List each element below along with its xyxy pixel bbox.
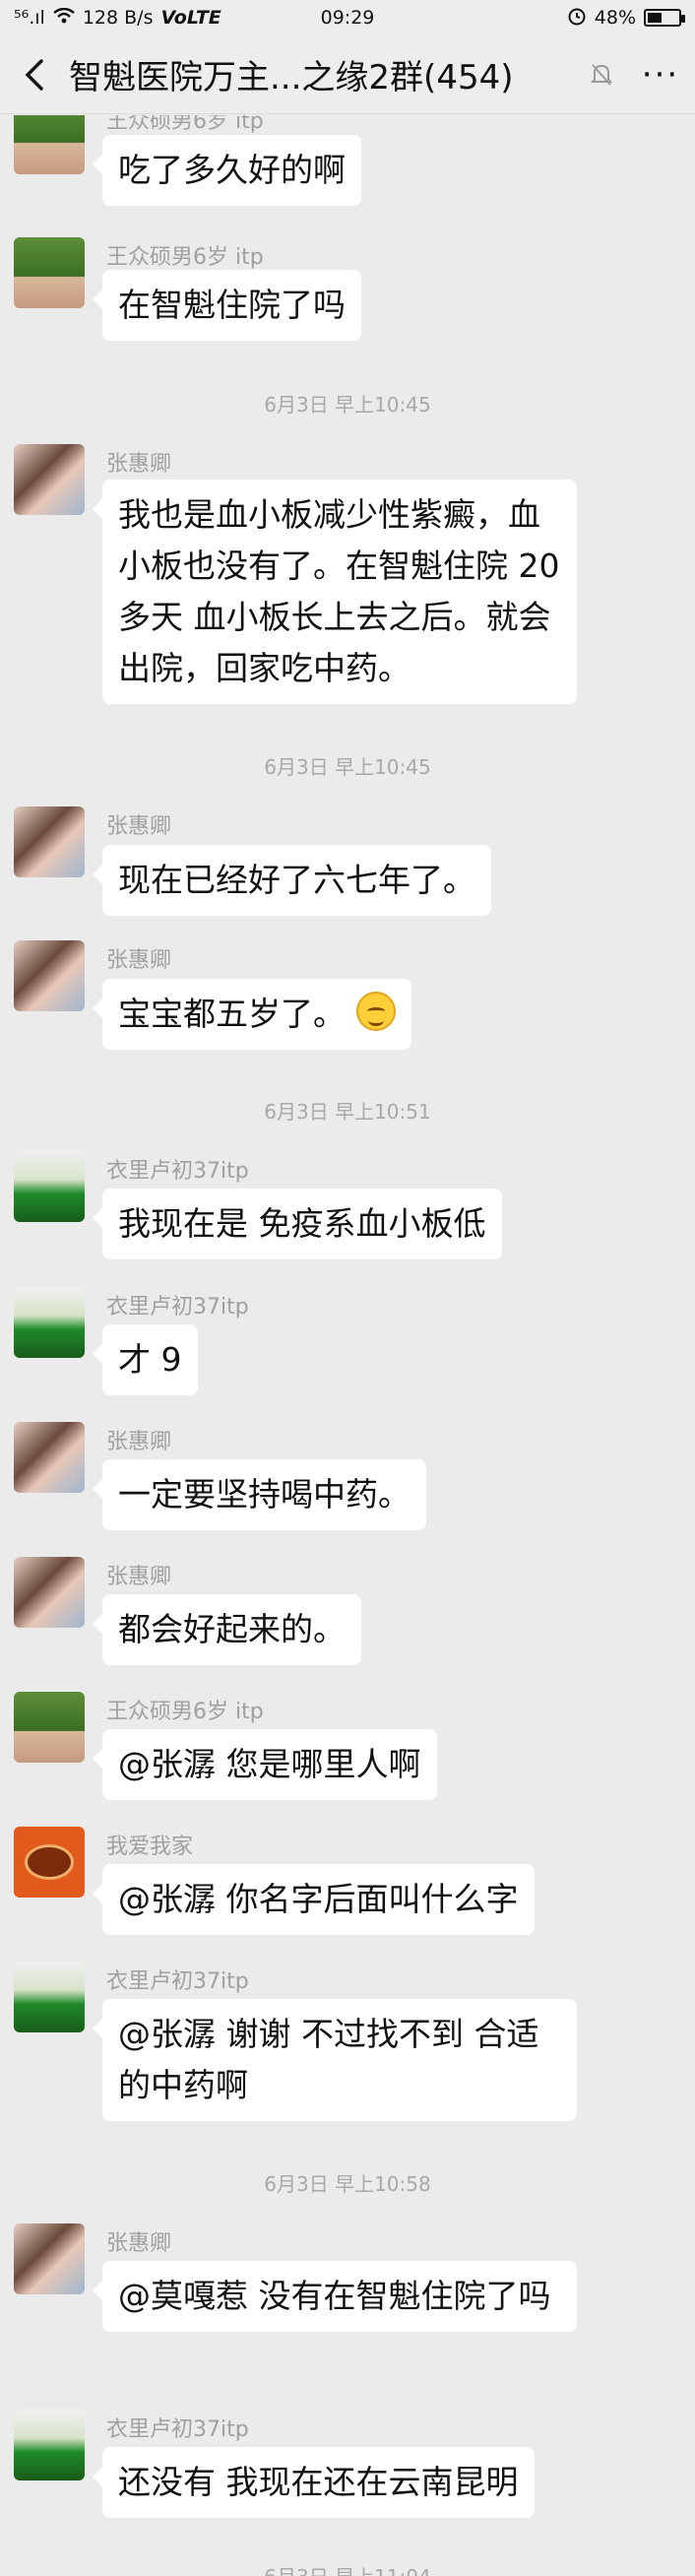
sender-name: 王众硕男6岁 itp: [106, 1700, 264, 1724]
sender-name: 张惠卿: [106, 814, 172, 839]
timestamp: 6月3日 早上10:58: [264, 2172, 431, 2196]
timestamp: 6月3日 早上10:51: [264, 1100, 431, 1124]
sender-name: 王众硕男6岁 itp: [106, 245, 264, 270]
wifi-icon: [53, 7, 75, 29]
message-bubble[interactable]: @莫嘎惹 没有在智魁住院了吗: [93, 2261, 577, 2332]
avatar[interactable]: [14, 1287, 85, 1358]
avatar[interactable]: [14, 237, 85, 308]
avatar[interactable]: [14, 1962, 85, 2032]
avatar[interactable]: [14, 115, 85, 174]
battery-percent: 48%: [594, 7, 636, 29]
avatar[interactable]: [14, 1557, 85, 1628]
message-bubble[interactable]: @张潺 您是哪里人啊: [93, 1729, 437, 1800]
chat-header: 智魁医院万主...之缘2群(454) ···: [0, 35, 695, 114]
message-bubble[interactable]: @张潺 你名字后面叫什么字: [93, 1864, 535, 1935]
sender-name: 衣里卢初37itp: [106, 1969, 249, 1994]
message-bubble[interactable]: 一定要坚持喝中药。: [93, 1459, 426, 1530]
sender-name: 衣里卢初37itp: [106, 1295, 249, 1320]
avatar[interactable]: [14, 2223, 85, 2294]
more-icon[interactable]: ···: [626, 55, 695, 95]
message-bubble[interactable]: 我也是血小板减少性紫癜，血小板也没有了。在智魁住院 20 多天 血小板长上去之后…: [93, 480, 577, 704]
message-list: 王众硕男6岁 itp 吃了多久好的啊 王众硕男6岁 itp 在智魁住院了吗 6月…: [0, 115, 695, 2576]
alarm-icon: [567, 6, 587, 31]
sender-name: 张惠卿: [106, 948, 172, 973]
avatar[interactable]: [14, 1151, 85, 1222]
avatar[interactable]: [14, 940, 85, 1011]
message-bubble[interactable]: 宝宝都五岁了。: [93, 979, 411, 1050]
avatar[interactable]: [14, 1422, 85, 1493]
smiling-face-icon: [355, 992, 396, 1031]
message-bubble[interactable]: 在智魁住院了吗: [93, 270, 361, 341]
battery-icon: [644, 9, 685, 27]
avatar[interactable]: [14, 1827, 85, 1898]
clock: 09:29: [320, 7, 375, 29]
message-bubble[interactable]: 才 9: [93, 1324, 198, 1395]
chat-title: 智魁医院万主...之缘2群(454): [69, 58, 514, 97]
timestamp: 6月3日 早上10:45: [264, 755, 431, 779]
message-bubble[interactable]: 还没有 我现在还在云南昆明: [93, 2447, 535, 2518]
sender-name: 衣里卢初37itp: [106, 2417, 249, 2442]
volte-label: VoLTE: [160, 7, 221, 29]
sender-name: 我爱我家: [106, 1835, 194, 1859]
avatar[interactable]: [14, 1692, 85, 1763]
back-arrow-icon[interactable]: [0, 35, 69, 114]
sender-name: 张惠卿: [106, 2231, 172, 2256]
message-text: 宝宝都五岁了。: [118, 995, 346, 1033]
muted-bell-icon: [577, 62, 626, 88]
sender-name: 衣里卢初37itp: [106, 1159, 249, 1184]
message-bubble[interactable]: @张潺 谢谢 不过找不到 合适的中药啊: [93, 1999, 577, 2121]
avatar[interactable]: [14, 444, 85, 515]
sender-name: 张惠卿: [106, 452, 172, 477]
avatar[interactable]: [14, 2410, 85, 2480]
message-bubble[interactable]: 都会好起来的。: [93, 1594, 361, 1665]
sender-name: 张惠卿: [106, 1565, 172, 1589]
message-bubble[interactable]: 我现在是 免疫系血小板低: [93, 1189, 502, 1259]
message-bubble[interactable]: 吃了多久好的啊: [93, 135, 361, 206]
timestamp: 6月3日 早上10:45: [264, 393, 431, 417]
network-speed: 128 B/s: [82, 7, 154, 29]
timestamp: 6月3日 早上11:04: [0, 2561, 695, 2576]
signal-icon: ⁵⁶.ıl: [14, 7, 45, 29]
status-bar: ⁵⁶.ıl 128 B/s VoLTE 09:29 48%: [0, 0, 695, 35]
message-bubble[interactable]: 现在已经好了六七年了。: [93, 845, 491, 916]
avatar[interactable]: [14, 806, 85, 877]
sender-name: 王众硕男6岁 itp: [106, 115, 264, 134]
sender-name: 张惠卿: [106, 1430, 172, 1454]
